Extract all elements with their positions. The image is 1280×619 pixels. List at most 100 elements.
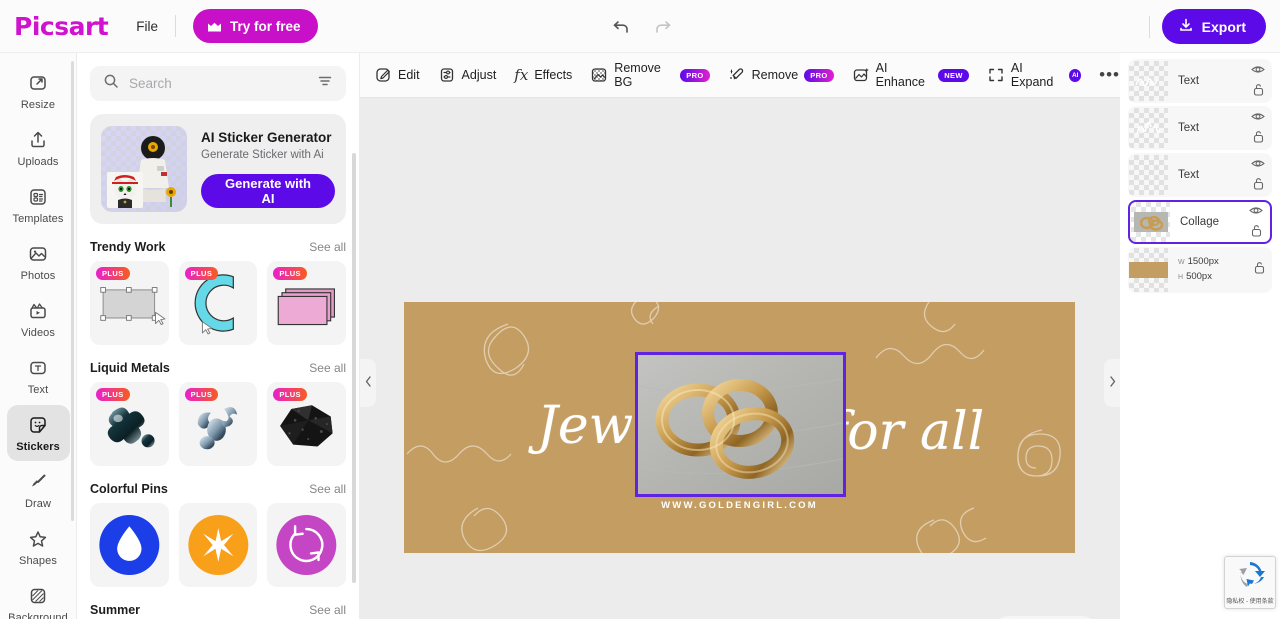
layer-actions — [1249, 202, 1263, 242]
sticker-tile-cyan-arc[interactable]: PLUS — [178, 261, 258, 345]
unlock-icon[interactable] — [1254, 261, 1265, 279]
export-button[interactable]: Export — [1161, 9, 1266, 44]
sticker-tile-black-crystal[interactable]: PLUS — [267, 382, 347, 466]
canvas-area[interactable]: Jewelry for all — [360, 98, 1120, 619]
eye-icon[interactable] — [1251, 109, 1265, 127]
section-title: Trendy Work — [90, 240, 166, 254]
sidebar-item-uploads[interactable]: Uploads — [7, 120, 70, 176]
left-rail: Resize Uploads Templates Photos Videos T… — [0, 53, 77, 619]
artboard[interactable]: Jewelry for all — [404, 302, 1075, 553]
sidebar-item-label: Shapes — [19, 555, 57, 567]
rail-scrollbar[interactable] — [71, 61, 74, 521]
sidebar-item-shapes[interactable]: Shapes — [7, 519, 70, 575]
sidebar-item-draw[interactable]: Draw — [7, 462, 70, 518]
search-input[interactable] — [129, 76, 307, 91]
sidebar-item-stickers[interactable]: Stickers — [6, 405, 70, 461]
tool-adjust[interactable]: Adjust — [438, 60, 497, 90]
section-title: Colorful Pins — [90, 482, 168, 496]
effects-fx-icon: fx — [514, 66, 529, 84]
tool-remove-bg[interactable]: Remove BG PRO — [590, 60, 710, 90]
sidebar-item-label: Text — [27, 384, 49, 396]
divider — [175, 15, 177, 37]
unlock-icon[interactable] — [1253, 177, 1264, 195]
ai-badge: AI — [1069, 68, 1082, 82]
sticker-tile-pink-stack[interactable]: PLUS — [267, 261, 347, 345]
layer-thumbnail — [1129, 248, 1168, 292]
recaptcha-icon — [1235, 561, 1265, 594]
sticker-tile-liquid-metal-splash[interactable]: PLUS — [90, 382, 169, 466]
layer-height-value: 500px — [1186, 271, 1212, 282]
eye-icon[interactable] — [1251, 62, 1265, 80]
ai-card-title: AI Sticker Generator — [201, 130, 332, 145]
sidebar-item-videos[interactable]: Videos — [7, 291, 70, 347]
file-menu[interactable]: File — [136, 19, 158, 34]
templates-icon — [26, 185, 50, 209]
collapse-left-panel-button[interactable] — [360, 359, 376, 407]
layer-name: Text — [1178, 169, 1200, 181]
edit-icon — [374, 66, 392, 84]
layer-row-collage[interactable]: Collage — [1128, 200, 1272, 244]
see-all-link[interactable]: See all — [309, 361, 346, 375]
tool-effects[interactable]: fx Effects — [514, 60, 572, 90]
gold-rings-photo[interactable] — [635, 352, 846, 497]
layer-row-background[interactable]: W 1500px H 500px — [1128, 247, 1272, 293]
layer-thumbnail — [1129, 155, 1168, 195]
sticker-row-trendy-work: PLUS PLUS PLUS — [90, 261, 347, 345]
redo-arrow-icon[interactable] — [650, 14, 676, 40]
sidebar-item-photos[interactable]: Photos — [7, 234, 70, 290]
ai-expand-icon — [987, 66, 1005, 84]
sidebar-item-resize[interactable]: Resize — [7, 63, 70, 119]
unlock-icon[interactable] — [1253, 130, 1264, 148]
sidebar-item-background[interactable]: Background — [7, 576, 70, 619]
star-icon — [26, 527, 50, 551]
collapse-right-panel-button[interactable] — [1104, 359, 1120, 407]
layer-row-text-2[interactable]: Text — [1128, 106, 1272, 150]
recaptcha-terms-text: 隐私权 - 使用条款 — [1226, 598, 1274, 605]
sidebar-item-label: Photos — [20, 270, 56, 282]
see-all-link[interactable]: See all — [309, 240, 346, 254]
ai-card-subtitle: Generate Sticker with Ai — [201, 149, 324, 161]
eye-icon[interactable] — [1249, 203, 1263, 221]
layer-height-row: H 500px — [1178, 270, 1219, 285]
filter-icon[interactable] — [317, 73, 333, 94]
picsart-logo[interactable]: Picsart — [14, 12, 109, 41]
see-all-link[interactable]: See all — [309, 603, 346, 617]
tool-remove[interactable]: Remove PRO — [728, 60, 834, 90]
remove-bg-icon — [590, 66, 608, 84]
section-title: Liquid Metals — [90, 361, 170, 375]
sticker-tile-liquid-metal-blobs[interactable]: PLUS — [178, 382, 258, 466]
width-label: W — [1178, 259, 1185, 266]
tool-edit[interactable]: Edit — [374, 60, 420, 90]
chevron-left-icon — [365, 376, 372, 390]
recaptcha-badge[interactable]: 隐私权 - 使用条款 — [1224, 556, 1276, 609]
sticker-tile-magenta-refresh-pin[interactable] — [267, 503, 347, 587]
layer-thumbnail — [1131, 202, 1170, 242]
tool-label: Adjust — [461, 68, 497, 82]
sticker-tile-blue-droplet-pin[interactable] — [90, 503, 169, 587]
try-for-free-button[interactable]: Try for free — [193, 9, 318, 43]
unlock-icon[interactable] — [1253, 83, 1264, 101]
sticker-tile-orange-sparkle-pin[interactable] — [178, 503, 258, 587]
sidebar-item-label: Resize — [20, 99, 56, 111]
sidebar-item-text[interactable]: Text — [7, 348, 70, 404]
layer-row-text-3[interactable]: Text — [1128, 153, 1272, 197]
search-bar[interactable] — [90, 66, 346, 101]
sidebar-item-templates[interactable]: Templates — [7, 177, 70, 233]
sidebar-item-label: Draw — [24, 498, 52, 510]
tool-label: Remove BG — [614, 61, 661, 89]
unlock-icon[interactable] — [1251, 224, 1262, 242]
tool-ai-expand[interactable]: AI Expand AI — [987, 60, 1082, 90]
eye-icon[interactable] — [1251, 156, 1265, 174]
see-all-link[interactable]: See all — [309, 482, 346, 496]
crown-icon — [207, 21, 222, 32]
tool-label: AI Expand — [1010, 61, 1054, 89]
more-options-icon[interactable]: ••• — [1099, 66, 1120, 83]
tool-label: Remove — [751, 68, 799, 82]
undo-arrow-icon[interactable] — [608, 14, 634, 40]
generate-with-ai-button[interactable]: Generate with AI — [201, 174, 335, 208]
panel-scrollbar[interactable] — [352, 153, 356, 583]
layer-row-text-1[interactable]: Text — [1128, 59, 1272, 103]
sticker-tile-gray-rectangle[interactable]: PLUS — [90, 261, 169, 345]
tool-ai-enhance[interactable]: AI Enhance NEW — [852, 60, 969, 90]
stickers-panel: AI Sticker Generator Generate Sticker wi… — [77, 53, 360, 619]
